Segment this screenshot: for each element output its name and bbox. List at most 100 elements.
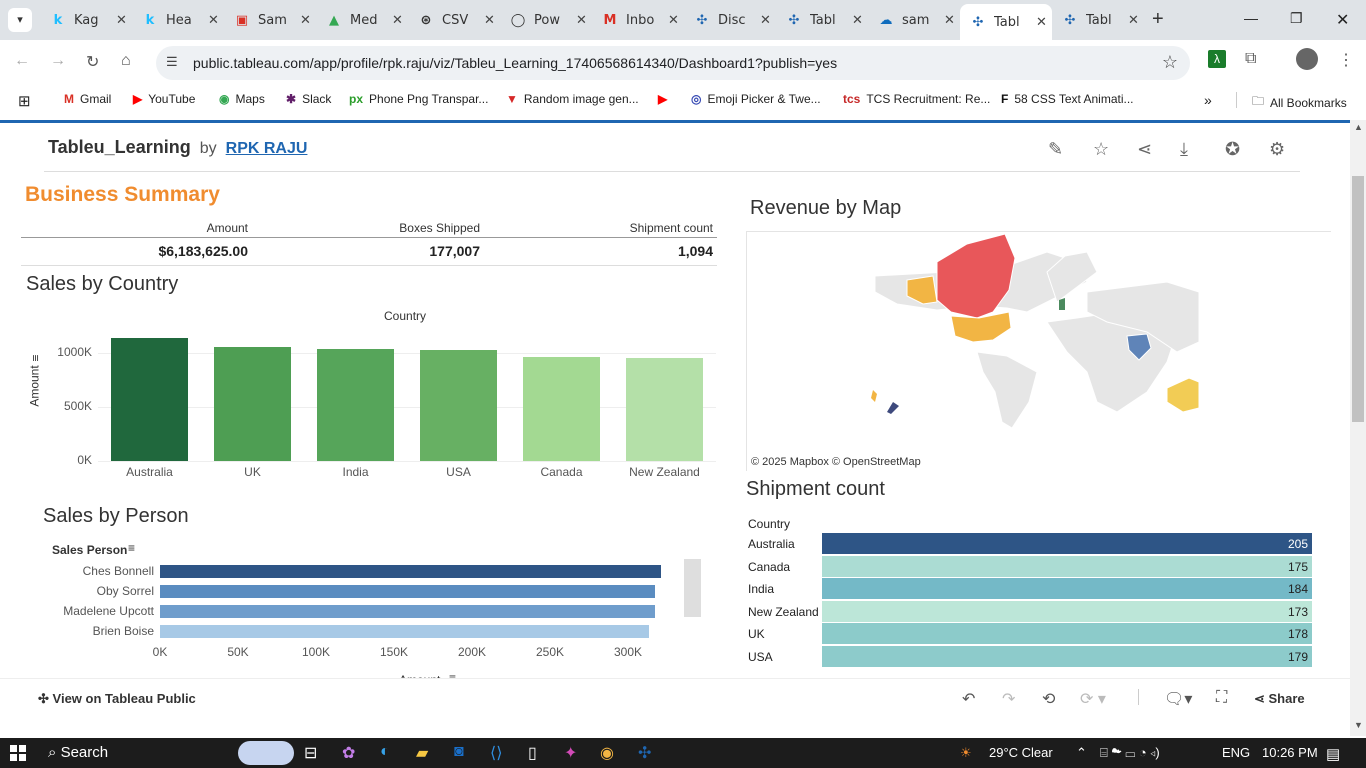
bookmark-0[interactable]: M Gmail: [64, 92, 111, 106]
bookmark-5[interactable]: ▼ Random image gen...: [506, 92, 639, 106]
browser-tab-1[interactable]: k Hea ✕: [132, 6, 224, 34]
tab-close-icon[interactable]: ✕: [1036, 15, 1047, 30]
more-bookmarks-chevron-icon[interactable]: »: [1204, 92, 1212, 108]
extensions-puzzle-icon[interactable]: ⧉: [1245, 50, 1256, 68]
extension-icon[interactable]: λ: [1208, 50, 1226, 68]
shipment-value: 205: [1287, 537, 1308, 551]
tab-search-chevron-icon[interactable]: ▾: [8, 8, 32, 32]
tab-close-icon[interactable]: ✕: [668, 13, 679, 28]
tableau-logo-icon: ✣: [38, 691, 53, 706]
tab-favicon-icon: M: [603, 12, 617, 28]
edge-icon[interactable]: ◐: [380, 743, 390, 761]
tab-close-icon[interactable]: ✕: [576, 13, 587, 28]
scroll-down-icon[interactable]: ▼: [1354, 720, 1363, 730]
tab-close-icon[interactable]: ✕: [392, 13, 403, 28]
browser-tab-8[interactable]: ✣ Tabl ✕: [776, 6, 868, 34]
bookmark-label: Random image gen...: [523, 92, 639, 106]
weather-icon[interactable]: ☀: [960, 745, 972, 761]
scroll-up-icon[interactable]: ▲: [1354, 122, 1363, 132]
new-tab-plus-icon[interactable]: +: [1152, 8, 1164, 31]
forward-arrow-icon[interactable]: →: [50, 52, 66, 70]
notifications-icon[interactable]: ▤: [1326, 745, 1340, 763]
tab-close-icon[interactable]: ✕: [208, 13, 219, 28]
tab-favicon-icon: ✣: [696, 12, 708, 28]
shipment-column-header: Country: [748, 517, 791, 531]
address-bar[interactable]: ☰ public.tableau.com/app/profile/rpk.raj…: [156, 46, 1190, 80]
bookmark-8[interactable]: tcs TCS Recruitment: Re...: [843, 92, 990, 106]
shipment-row-bar[interactable]: [822, 555, 1312, 577]
view-on-tableau-link[interactable]: ✣ View on Tableau Public: [38, 691, 196, 707]
tab-close-icon[interactable]: ✕: [760, 13, 771, 28]
tab-favicon-icon: ⊛: [420, 12, 432, 28]
browser-tab-2[interactable]: ▣ Sam ✕: [224, 6, 316, 34]
close-window-icon[interactable]: ✕: [1336, 10, 1349, 30]
all-bookmarks[interactable]: 🗀 All Bookmarks: [1252, 92, 1347, 113]
tab-close-icon[interactable]: ✕: [300, 13, 311, 28]
outlook-icon[interactable]: ◙: [454, 743, 464, 761]
home-icon[interactable]: ⌂: [121, 52, 131, 70]
app-icon[interactable]: ✦: [564, 743, 577, 763]
url-text[interactable]: public.tableau.com/app/profile/rpk.raju/…: [193, 55, 837, 71]
taskbar-search[interactable]: ⌕ Search: [48, 744, 108, 761]
tab-close-icon[interactable]: ✕: [1128, 13, 1139, 28]
browser-tab-4[interactable]: ⊛ CSV ✕: [408, 6, 500, 34]
refresh-dropdown-icon[interactable]: ⟳ ▾: [1080, 689, 1106, 709]
reload-icon[interactable]: ↻: [86, 52, 99, 72]
notepad-icon[interactable]: ▯: [528, 743, 537, 763]
minimize-icon[interactable]: —: [1244, 10, 1258, 26]
browser-tab-5[interactable]: ◯ Pow ✕: [500, 6, 592, 34]
copilot-icon[interactable]: ✿: [342, 743, 355, 763]
chrome-icon[interactable]: ◉: [600, 743, 614, 763]
bookmark-star-icon[interactable]: ☆: [1162, 52, 1178, 73]
bookmark-9[interactable]: F 58 CSS Text Animati...: [1001, 92, 1134, 106]
browser-tab-7[interactable]: ✣ Disc ✕: [684, 6, 776, 34]
vscode-icon[interactable]: ⟨⟩: [490, 743, 502, 763]
file-explorer-icon[interactable]: ▰: [416, 743, 428, 763]
search-highlight-image[interactable]: [238, 741, 294, 765]
undo-icon[interactable]: ↶: [962, 689, 975, 709]
site-settings-icon[interactable]: ☰: [166, 54, 178, 70]
weather-text[interactable]: 29°C Clear: [989, 745, 1053, 760]
browser-tab-9[interactable]: ☁ sam ✕: [868, 6, 960, 34]
comment-dropdown-icon[interactable]: 🗨▾: [1164, 689, 1192, 709]
bookmark-7[interactable]: ◎ Emoji Picker & Twe...: [691, 92, 821, 106]
language-indicator[interactable]: ENG: [1222, 745, 1250, 760]
profile-avatar[interactable]: [1296, 48, 1318, 70]
tableau-app-icon[interactable]: ✣: [638, 743, 651, 763]
windows-start-icon[interactable]: [10, 745, 26, 761]
tab-close-icon[interactable]: ✕: [484, 13, 495, 28]
tab-close-icon[interactable]: ✕: [116, 13, 127, 28]
back-arrow-icon[interactable]: ←: [14, 52, 30, 70]
fullscreen-icon[interactable]: ⛶: [1216, 689, 1227, 707]
shipment-row-bar[interactable]: [822, 600, 1312, 622]
tab-label: Disc: [718, 12, 746, 28]
browser-tab-3[interactable]: ▲ Med ✕: [316, 6, 408, 34]
shipment-row-bar[interactable]: [822, 623, 1312, 644]
scrollbar-thumb[interactable]: [1352, 176, 1364, 422]
restore-icon[interactable]: ❐: [1290, 10, 1303, 27]
browser-tab-10[interactable]: ✣ Tabl ✕: [960, 4, 1052, 40]
clock-time[interactable]: 10:26 PM: [1262, 745, 1318, 760]
apps-grid-icon[interactable]: ⊞: [18, 92, 31, 110]
task-view-icon[interactable]: ⊟: [304, 743, 317, 763]
tab-close-icon[interactable]: ✕: [852, 13, 863, 28]
bookmark-6[interactable]: ▶: [658, 92, 673, 106]
browser-tab-6[interactable]: M Inbo ✕: [592, 6, 684, 34]
browser-tab-11[interactable]: ✣ Tabl ✕: [1052, 6, 1144, 34]
shipment-row-bar[interactable]: [822, 578, 1312, 599]
shipment-row-bar[interactable]: [822, 533, 1312, 554]
bookmark-3[interactable]: ✱ Slack: [286, 92, 331, 106]
tray-app-icons[interactable]: ⌸ ☁ ▭ ◔ ◃): [1100, 745, 1160, 761]
tray-chevron-icon[interactable]: ⌃: [1076, 745, 1087, 761]
kebab-menu-icon[interactable]: ⋮: [1338, 50, 1354, 70]
bookmark-1[interactable]: ▶ YouTube: [133, 92, 195, 106]
tab-close-icon[interactable]: ✕: [944, 13, 955, 28]
redo-icon[interactable]: ↷: [1002, 689, 1015, 709]
shipment-row-bar[interactable]: [822, 645, 1312, 667]
share-button[interactable]: ⋖ Share: [1254, 691, 1305, 707]
browser-tab-0[interactable]: k Kag ✕: [40, 6, 132, 34]
bookmark-2[interactable]: ◉ Maps: [219, 92, 265, 106]
revert-icon[interactable]: ⟲: [1042, 689, 1055, 709]
bookmark-4[interactable]: px Phone Png Transpar...: [349, 92, 488, 106]
page-scrollbar[interactable]: ▲ ▼: [1350, 120, 1366, 736]
